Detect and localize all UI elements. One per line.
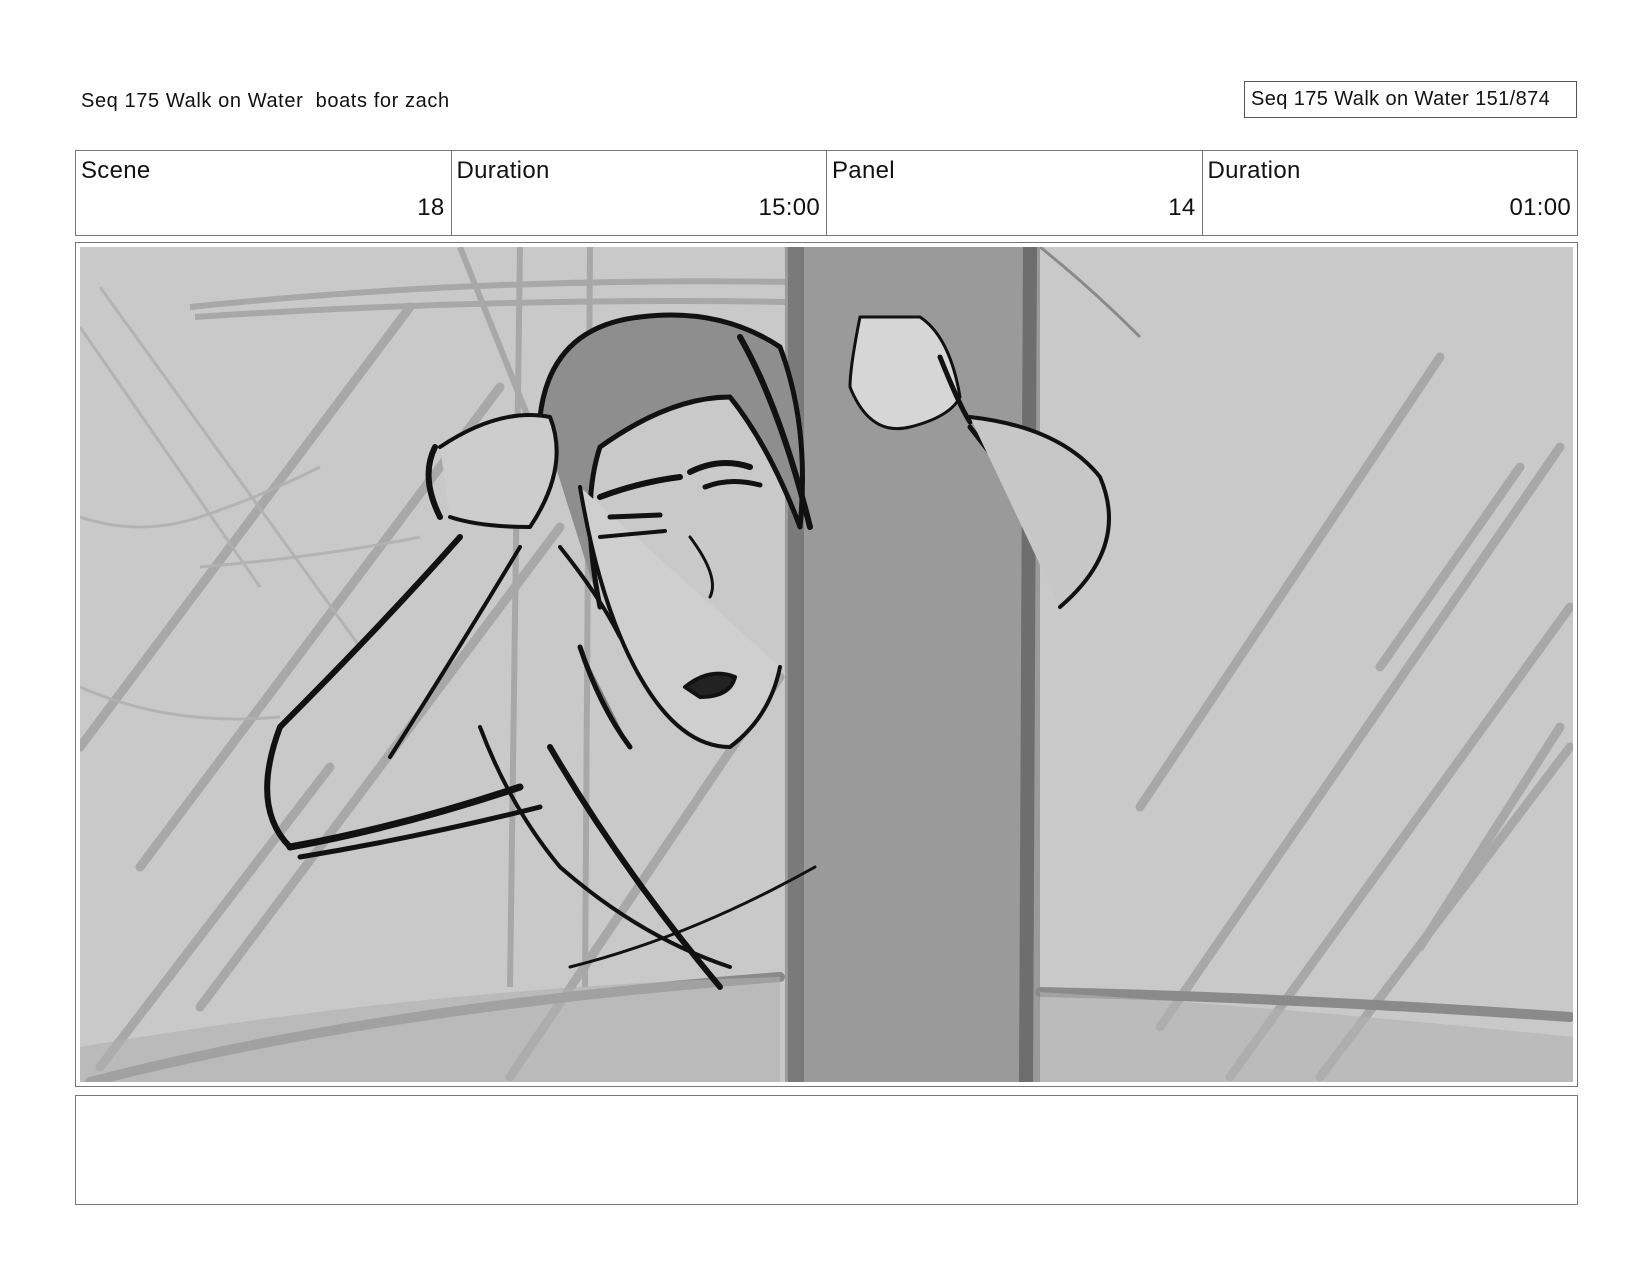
panel-cell: Panel 14	[827, 151, 1203, 235]
scene-duration-label: Duration	[456, 157, 550, 184]
scene-number: 18	[417, 194, 445, 221]
sequence-title: Seq 175 Walk on Water boats for zach	[81, 90, 450, 112]
panel-label: Panel	[832, 157, 895, 184]
storyboard-sketch-image	[80, 247, 1573, 1082]
panel-duration-value: 01:00	[1509, 194, 1571, 221]
panel-duration-cell: Duration 01:00	[1203, 151, 1578, 235]
panel-notes-box	[75, 1095, 1578, 1205]
scene-cell: Scene 18	[76, 151, 452, 235]
panel-duration-label: Duration	[1207, 157, 1301, 184]
scene-label: Scene	[81, 157, 151, 184]
scene-duration-value: 15:00	[758, 194, 820, 221]
scene-duration-cell: Duration 15:00	[452, 151, 827, 235]
scene-info-table: Scene 18 Duration 15:00 Panel 14 Duratio…	[75, 150, 1578, 236]
storyboard-panel-frame	[75, 242, 1578, 1087]
panel-number: 14	[1168, 194, 1196, 221]
sequence-page-indicator: Seq 175 Walk on Water 151/874	[1244, 81, 1577, 118]
